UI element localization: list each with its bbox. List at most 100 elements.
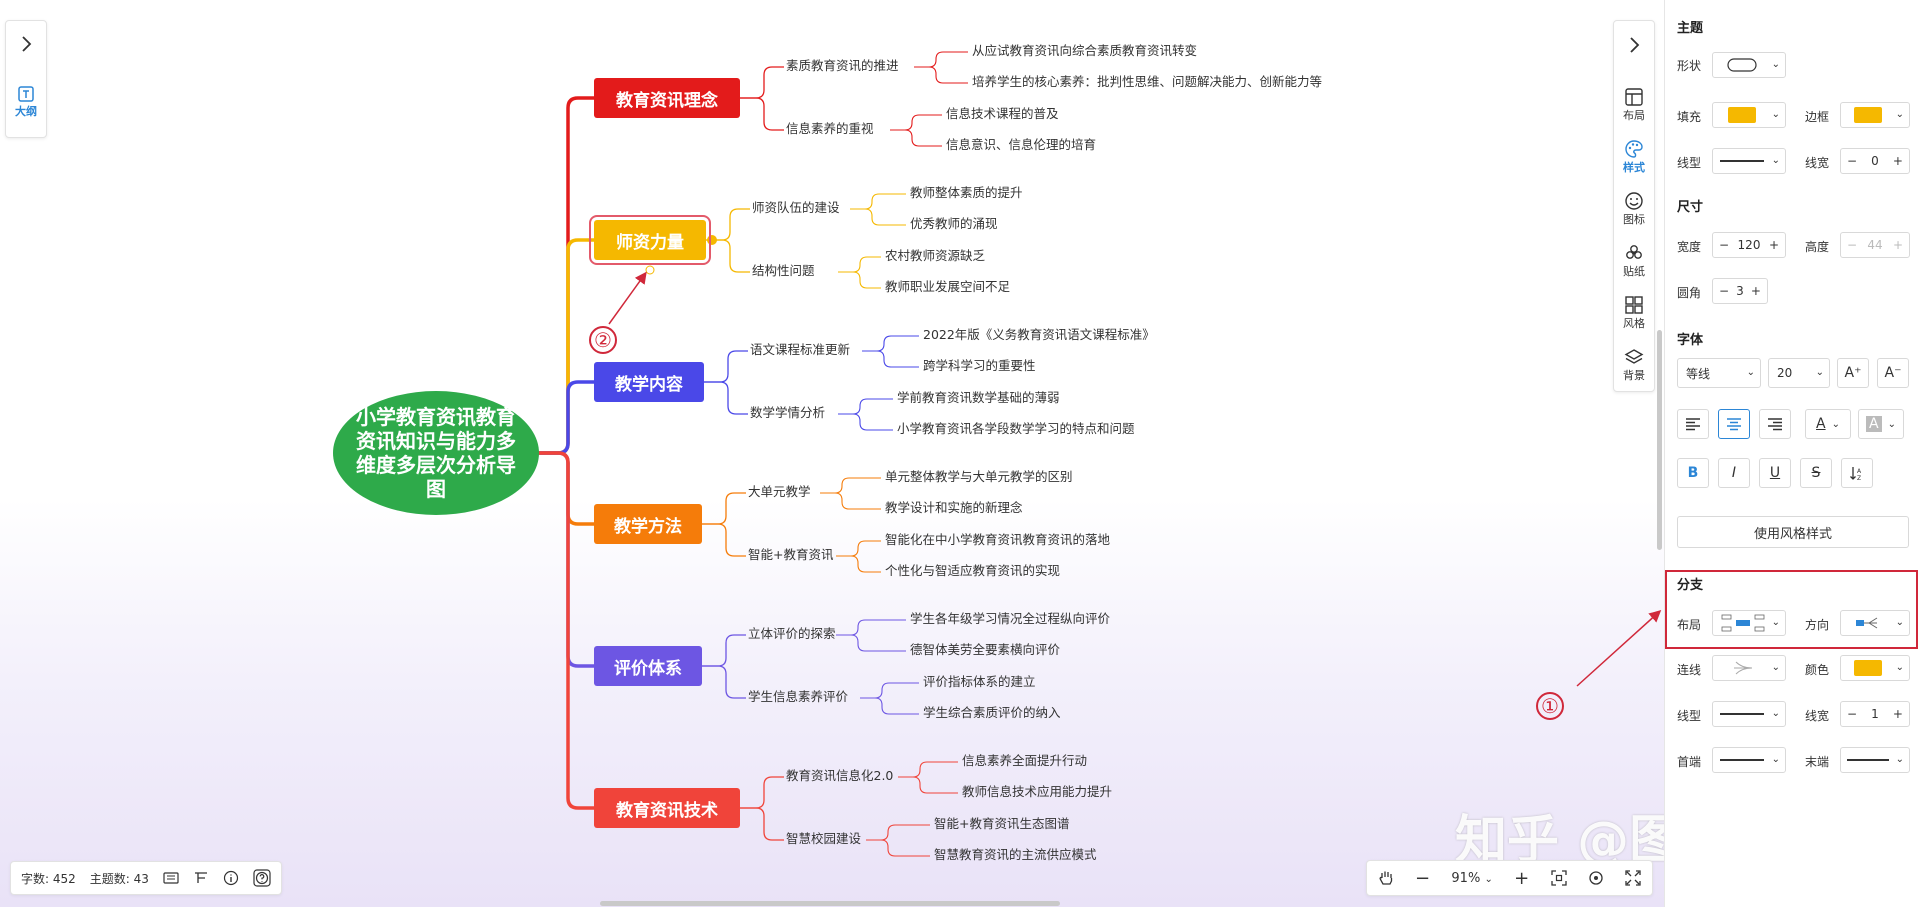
leaf-topic[interactable]: 信息素养全面提升行动 <box>962 753 1087 769</box>
leaf-topic[interactable]: 学前教育资讯数学基础的薄弱 <box>897 390 1060 406</box>
collapse-panel-button[interactable] <box>1614 33 1654 57</box>
toolbar-stickers[interactable]: 贴纸 <box>1614 243 1654 279</box>
increment-button[interactable]: + <box>1769 238 1779 252</box>
leaf-topic[interactable]: 单元整体教学与大单元教学的区别 <box>885 469 1073 485</box>
increment-button[interactable]: + <box>1893 154 1903 168</box>
leaf-topic[interactable]: 教师职业发展空间不足 <box>885 279 1010 295</box>
leaf-topic[interactable]: 智慧教育资讯的主流供应模式 <box>934 847 1097 863</box>
leaf-topic[interactable]: 信息技术课程的普及 <box>946 106 1059 122</box>
increment-button[interactable]: + <box>1751 284 1761 298</box>
font-shrink-button[interactable]: A⁻ <box>1877 358 1909 388</box>
fullscreen-icon[interactable] <box>1625 870 1641 886</box>
mindmap-canvas[interactable]: 小学教育资讯教育资讯知识与能力多维度多层次分析导图 教育资讯理念 素质教育资讯的推进… <box>0 0 1664 907</box>
zoom-in-button[interactable]: + <box>1514 868 1529 889</box>
font-size-select[interactable]: 20 ⌄ <box>1768 358 1830 388</box>
shape-select[interactable]: ⌄ <box>1712 52 1786 78</box>
help-icon[interactable] <box>253 869 271 887</box>
decrement-button[interactable]: − <box>1847 707 1857 721</box>
decrement-button[interactable]: − <box>1719 284 1729 298</box>
leaf-topic[interactable]: 培养学生的核心素养：批判性思维、问题解决能力、创新能力等 <box>972 74 1322 90</box>
root-topic[interactable]: 小学教育资讯教育资讯知识与能力多维度多层次分析导图 <box>333 391 539 515</box>
toolbar-background[interactable]: 背景 <box>1614 347 1654 383</box>
horizontal-scrollbar[interactable] <box>600 901 1060 906</box>
leaf-topic[interactable]: 个性化与智适应教育资讯的实现 <box>885 563 1060 579</box>
add-child-handle[interactable] <box>645 265 655 275</box>
branch-topic[interactable]: 教育资讯技术 <box>594 788 740 828</box>
branch-topic[interactable]: 教学方法 <box>594 504 702 544</box>
leaf-topic[interactable]: 学生综合素质评价的纳入 <box>923 705 1061 721</box>
leaf-topic[interactable]: 智能化在中小学教育资讯教育资讯的落地 <box>885 532 1110 548</box>
info-icon[interactable] <box>223 870 239 886</box>
toolbar-styles[interactable]: 风格 <box>1614 295 1654 331</box>
subtopic[interactable]: 师资队伍的建设 <box>752 200 840 216</box>
branch-line-width-stepper[interactable]: − 1 + <box>1840 701 1910 727</box>
branch-topic[interactable]: 教学内容 <box>594 362 704 402</box>
font-bg-color-select[interactable]: A ⌄ <box>1858 409 1904 439</box>
use-style-button[interactable]: 使用风格样式 <box>1677 516 1909 548</box>
fit-screen-icon[interactable] <box>1550 870 1567 886</box>
increment-button[interactable]: + <box>1893 707 1903 721</box>
hand-icon[interactable] <box>1378 869 1394 887</box>
subtopic[interactable]: 立体评价的探索 <box>748 626 836 642</box>
radius-stepper[interactable]: − 3 + <box>1712 278 1768 304</box>
subtopic[interactable]: 教育资讯信息化2.0 <box>786 768 893 784</box>
leaf-topic[interactable]: 2022年版《义务教育资讯语文课程标准》 <box>923 327 1155 343</box>
align-right-button[interactable] <box>1759 409 1791 439</box>
zoom-level-select[interactable]: 91% ⌄ <box>1451 871 1492 886</box>
leaf-topic[interactable]: 小学教育资讯各学段数学学习的特点和问题 <box>897 421 1135 437</box>
zoom-out-button[interactable]: − <box>1415 868 1430 889</box>
sort-button[interactable]: AZ <box>1841 458 1873 488</box>
strikethrough-button[interactable]: S <box>1800 458 1832 488</box>
subtopic[interactable]: 智能+教育资讯 <box>748 547 833 563</box>
italic-button[interactable]: I <box>1718 458 1750 488</box>
toolbar-icons[interactable]: 图标 <box>1614 191 1654 227</box>
leaf-topic[interactable]: 学生各年级学习情况全过程纵向评价 <box>910 611 1110 627</box>
align-left-button[interactable] <box>1677 409 1709 439</box>
branch-line-type-select[interactable]: ⌄ <box>1712 701 1786 727</box>
line-width-stepper[interactable]: − 0 + <box>1840 148 1910 174</box>
leaf-topic[interactable]: 从应试教育资讯向综合素质教育资讯转变 <box>972 43 1197 59</box>
leaf-topic[interactable]: 优秀教师的涌现 <box>910 216 998 232</box>
branch-topic[interactable]: 师资力量 <box>589 215 711 265</box>
decrement-button[interactable]: − <box>1719 238 1729 252</box>
branch-color-select[interactable]: ⌄ <box>1840 655 1910 681</box>
subtopic[interactable]: 结构性问题 <box>752 263 815 279</box>
toolbar-style[interactable]: 样式 <box>1614 139 1654 175</box>
fill-color-select[interactable]: ⌄ <box>1712 102 1786 128</box>
leaf-topic[interactable]: 农村教师资源缺乏 <box>885 248 985 264</box>
minimap-icon[interactable] <box>193 871 209 885</box>
font-family-select[interactable]: 等线 ⌄ <box>1677 358 1761 388</box>
width-stepper[interactable]: − 120 + <box>1712 232 1786 258</box>
keyboard-icon[interactable] <box>163 871 179 885</box>
end-cap-select[interactable]: ⌄ <box>1840 747 1910 773</box>
leaf-topic[interactable]: 教师信息技术应用能力提升 <box>962 784 1112 800</box>
subtopic[interactable]: 大单元教学 <box>748 484 811 500</box>
vertical-scrollbar[interactable] <box>1657 330 1662 550</box>
branch-topic[interactable]: 评价体系 <box>594 646 702 686</box>
border-color-select[interactable]: ⌄ <box>1840 102 1910 128</box>
line-type-select[interactable]: ⌄ <box>1712 148 1786 174</box>
align-center-button[interactable] <box>1718 409 1750 439</box>
toolbar-layout[interactable]: 布局 <box>1614 87 1654 123</box>
leaf-topic[interactable]: 德智体美劳全要素横向评价 <box>910 642 1060 658</box>
outline-button[interactable]: 大纲 <box>6 85 46 133</box>
subtopic[interactable]: 学生信息素养评价 <box>748 689 848 705</box>
leaf-topic[interactable]: 教师整体素质的提升 <box>910 185 1023 201</box>
leaf-topic[interactable]: 智能+教育资讯生态图谱 <box>934 816 1069 832</box>
underline-button[interactable]: U <box>1759 458 1791 488</box>
connector-select[interactable]: ⌄ <box>1712 655 1786 681</box>
leaf-topic[interactable]: 信息意识、信息伦理的培育 <box>946 137 1096 153</box>
decrement-button[interactable]: − <box>1847 154 1857 168</box>
leaf-topic[interactable]: 教学设计和实施的新理念 <box>885 500 1023 516</box>
start-cap-select[interactable]: ⌄ <box>1712 747 1786 773</box>
bold-button[interactable]: B <box>1677 458 1709 488</box>
collapse-handle[interactable] <box>707 235 717 245</box>
leaf-topic[interactable]: 跨学科学习的重要性 <box>923 358 1036 374</box>
expand-button[interactable] <box>6 29 46 59</box>
leaf-topic[interactable]: 评价指标体系的建立 <box>923 674 1036 690</box>
subtopic[interactable]: 信息素养的重视 <box>786 121 874 137</box>
branch-topic[interactable]: 教育资讯理念 <box>594 78 740 118</box>
subtopic[interactable]: 素质教育资讯的推进 <box>786 58 899 74</box>
font-grow-button[interactable]: A⁺ <box>1837 358 1869 388</box>
subtopic[interactable]: 语文课程标准更新 <box>750 342 850 358</box>
